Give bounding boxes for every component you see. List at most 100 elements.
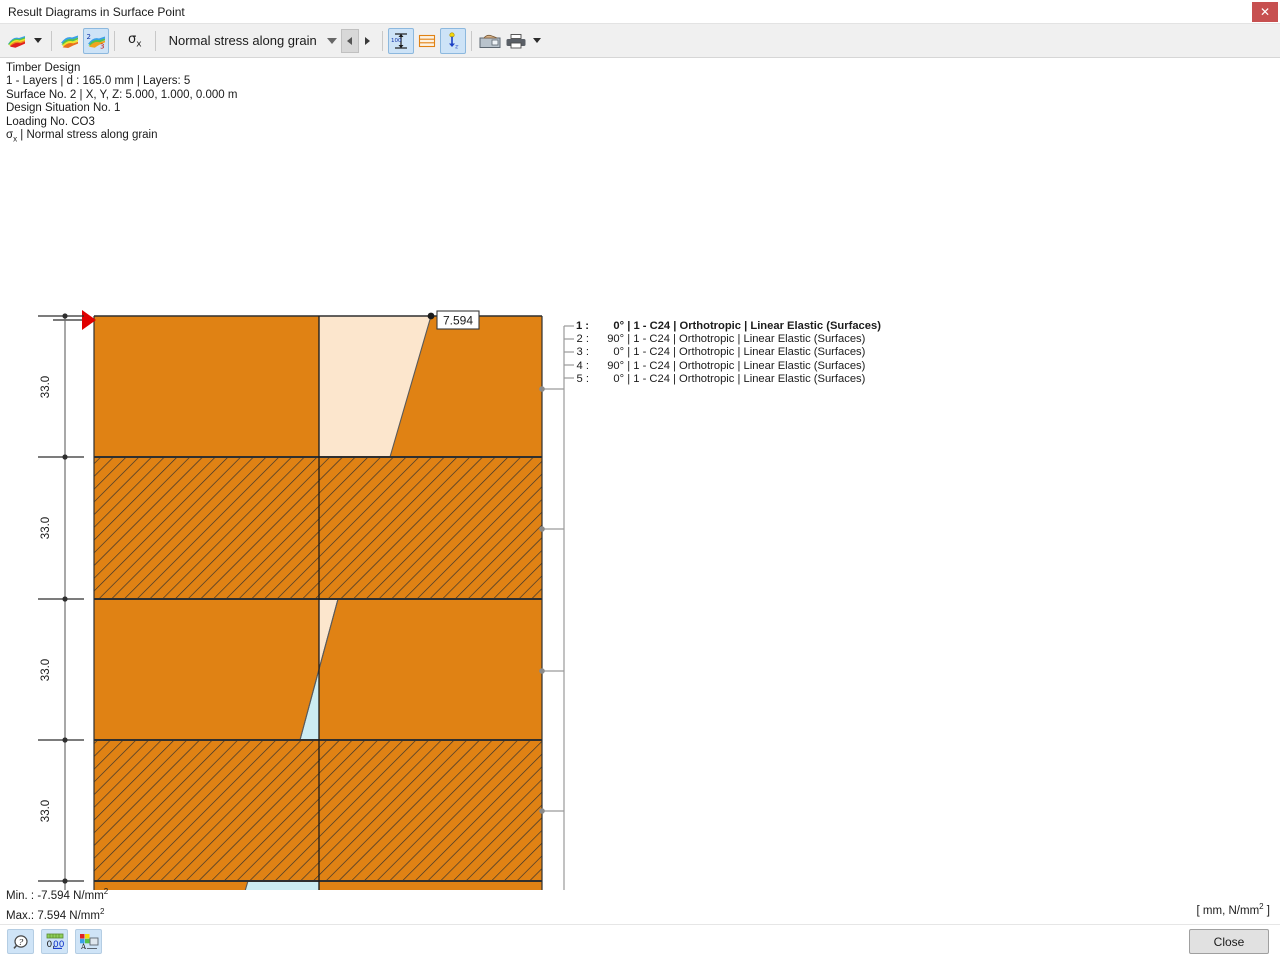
decimal-places-icon: 0, 00 (45, 933, 65, 950)
toolbar-separator (382, 31, 383, 51)
legend-entry-3[interactable]: 3 : 0° | 1 - C24 | Orthotropic | Linear … (575, 346, 881, 359)
result-diagram-canvas[interactable]: 33.0 33.0 33.0 33.0 33.0 (0, 150, 1280, 890)
result-info-block: Timber Design 1 - Layers | d : 165.0 mm … (6, 62, 237, 142)
max-label: Max.: (6, 910, 34, 922)
z-axis-button[interactable]: z (440, 28, 466, 54)
chevron-down-icon (34, 38, 42, 43)
max-value: 7.594 N/mm (37, 910, 100, 922)
min-value: -7.594 N/mm (37, 890, 103, 902)
diagram-svg: 33.0 33.0 33.0 33.0 33.0 (0, 150, 1280, 890)
dimension-label-4: 33.0 (40, 800, 52, 822)
layered-spectrum-icon (60, 33, 80, 49)
legend-angle-5: 0° (592, 373, 624, 386)
legend-index-3: 3 : (575, 346, 589, 359)
print-dropdown[interactable] (529, 28, 545, 54)
quantity-select-value: Normal stress along grain (169, 33, 317, 48)
copy-image-button[interactable] (477, 28, 503, 54)
layer-4-body (94, 740, 542, 881)
dimension-label-3: 33.0 (40, 659, 52, 681)
svg-text:?: ? (18, 938, 23, 948)
title-bar: Result Diagrams in Surface Point ✕ (0, 0, 1280, 24)
legend-entry-1[interactable]: 1 : 0° | 1 - C24 | Orthotropic | Linear … (575, 320, 881, 333)
info-line-title: Timber Design (6, 62, 237, 75)
layer-2-body (94, 457, 542, 599)
info-line-design-situation: Design Situation No. 1 (6, 102, 237, 115)
toolbar-separator (155, 31, 156, 51)
sigma-subscript: x (136, 39, 141, 49)
dimension-line-icon: 100 (391, 32, 411, 50)
legend-angle-3: 0° (592, 346, 624, 359)
question-mark-icon: ? (12, 934, 30, 950)
help-button[interactable]: ? (7, 929, 34, 954)
svg-text:A: A (80, 943, 87, 950)
toolbar: 2 3 σx Normal stress along grain 100 (0, 24, 1280, 58)
units-suffix: ] (1264, 905, 1270, 917)
legend-angle-2: 90° (592, 333, 624, 346)
toolbar-separator (114, 31, 115, 51)
min-unit-exponent: 2 (104, 887, 108, 896)
result-diagram-button[interactable] (57, 28, 83, 54)
units-readout: [ mm, N/mm2 ] (1197, 902, 1270, 917)
max-readout: Max.: 7.594 N/mm2 (6, 904, 108, 924)
toolbar-separator (51, 31, 52, 51)
quantity-text: | Normal stress along grain (17, 129, 157, 141)
camera-icon (479, 33, 501, 49)
layer-grid-button[interactable] (414, 28, 440, 54)
svg-text:z: z (454, 42, 459, 50)
material-legend: 1 : 0° | 1 - C24 | Orthotropic | Linear … (575, 320, 881, 386)
color-spectrum-dropdown[interactable] (30, 28, 46, 54)
info-line-quantity: σx | Normal stress along grain (6, 129, 237, 142)
legend-entry-4[interactable]: 4 : 90° | 1 - C24 | Orthotropic | Linear… (575, 360, 881, 373)
color-spectrum-icon (7, 33, 27, 49)
close-button[interactable]: Close (1189, 929, 1269, 954)
legend-index-4: 4 : (575, 360, 589, 373)
max-value-text: 7.594 (443, 314, 473, 328)
legend-angle-1: 0° (592, 320, 624, 333)
color-spectrum-button[interactable] (4, 28, 30, 54)
dimension-labels: 33.0 33.0 33.0 33.0 33.0 (40, 376, 52, 890)
layer-1-body (94, 316, 542, 457)
legend-index-5: 5 : (575, 373, 589, 386)
dimension-label-2: 33.0 (40, 517, 52, 539)
dimension-label-1: 33.0 (40, 376, 52, 398)
legend-text-1: | 1 - C24 | Orthotropic | Linear Elastic… (627, 320, 881, 332)
close-icon[interactable]: ✕ (1252, 2, 1278, 22)
toolbar-separator (471, 31, 472, 51)
legend-leader-lines (542, 326, 574, 890)
legend-index-1: 1 : (575, 320, 589, 333)
triangle-left-icon (347, 37, 352, 45)
dimension-lines-button[interactable]: 100 (388, 28, 414, 54)
quantity-select[interactable]: Normal stress along grain (161, 29, 341, 53)
legend-index-2: 2 : (575, 333, 589, 346)
layer-grid-icon (417, 33, 437, 49)
bottom-bar: ? 0, 00 A (0, 924, 1280, 960)
triangle-right-icon (365, 37, 370, 45)
svg-text:100: 100 (391, 38, 402, 44)
z-axis-arrow-icon: z (443, 32, 463, 50)
legend-text-4: | 1 - C24 | Orthotropic | Linear Elastic… (627, 360, 865, 372)
legend-entry-5[interactable]: 5 : 0° | 1 - C24 | Orthotropic | Linear … (575, 373, 881, 386)
max-value-label[interactable]: 7.594 (437, 311, 479, 329)
svg-text:2: 2 (87, 33, 91, 41)
result-diagrams-window: Result Diagrams in Surface Point ✕ (0, 0, 1280, 960)
min-label: Min. : (6, 890, 34, 902)
sigma-glyph: σ (128, 32, 136, 47)
window-title: Result Diagrams in Surface Point (8, 4, 185, 20)
info-line-surface: Surface No. 2 | X, Y, Z: 5.000, 1.000, 0… (6, 89, 237, 102)
svg-text:3: 3 (100, 42, 104, 49)
legend-entry-2[interactable]: 2 : 90° | 1 - C24 | Orthotropic | Linear… (575, 333, 881, 346)
result-diagram-2-button[interactable]: 2 3 (83, 28, 109, 54)
display-properties-button[interactable]: A (75, 929, 102, 954)
min-max-readout: Min. : -7.594 N/mm2 Max.: 7.594 N/mm2 (6, 884, 108, 924)
legend-text-2: | 1 - C24 | Orthotropic | Linear Elastic… (627, 333, 865, 345)
print-button[interactable] (503, 28, 529, 54)
min-readout: Min. : -7.594 N/mm2 (6, 884, 108, 904)
legend-text-3: | 1 - C24 | Orthotropic | Linear Elastic… (627, 346, 865, 358)
max-value-point (428, 313, 435, 320)
info-line-layers: 1 - Layers | d : 165.0 mm | Layers: 5 (6, 75, 237, 88)
previous-quantity-button[interactable] (341, 29, 359, 53)
legend-text-5: | 1 - C24 | Orthotropic | Linear Elastic… (627, 373, 865, 385)
next-quantity-button[interactable] (359, 29, 377, 53)
chevron-down-icon (533, 38, 541, 43)
decimal-places-button[interactable]: 0, 00 (41, 929, 68, 954)
